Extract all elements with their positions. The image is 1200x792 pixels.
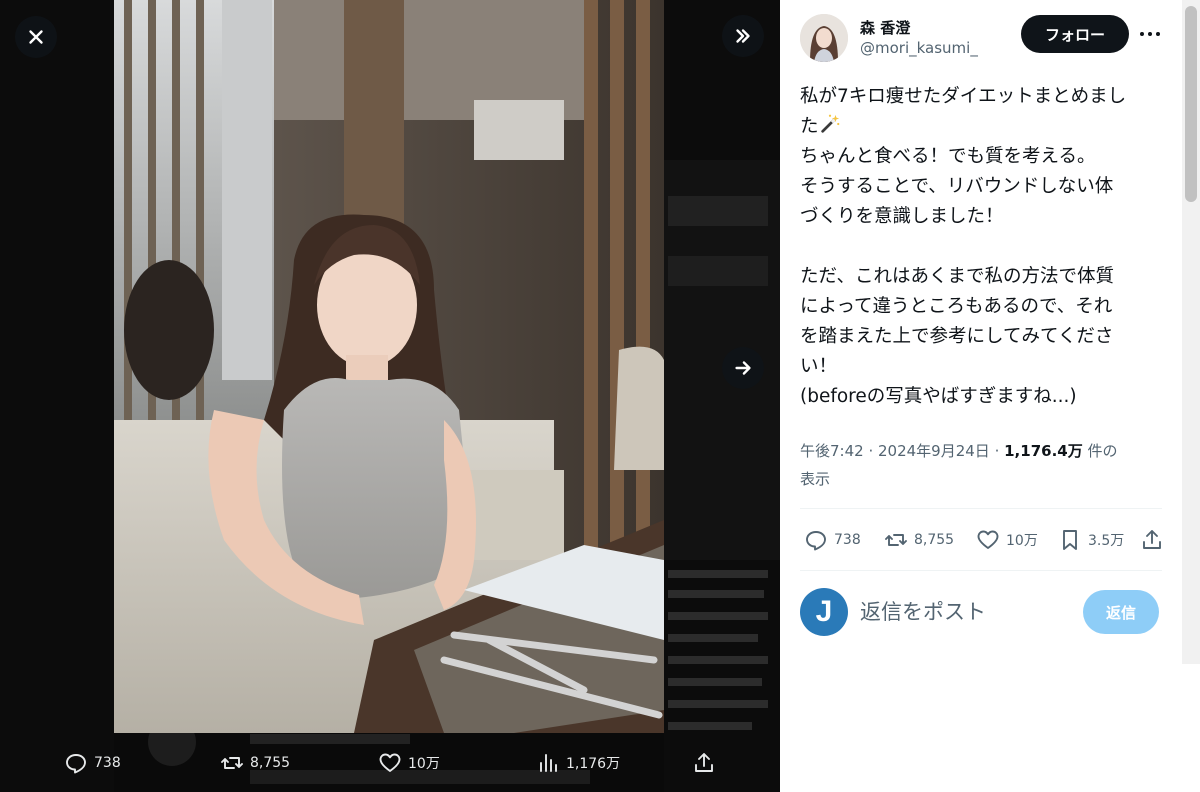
tweet-line: ちゃんと食べる！でも質を考える。 xyxy=(800,146,1096,167)
expand-panel-button[interactable] xyxy=(722,15,764,57)
author-display-name[interactable]: 森 香澄 xyxy=(860,18,978,38)
tweet-side-panel: 森 香澄 @mori_kasumi_ フォロー 私が7キロ痩せたダイエットまとめ… xyxy=(780,0,1200,792)
repost-button[interactable]: 8,755 xyxy=(884,528,954,552)
photo-illustration xyxy=(114,0,664,733)
panel-scrollbar[interactable] xyxy=(1182,0,1200,664)
media-views-button[interactable]: 1,176万 xyxy=(536,751,620,775)
media-repost-button[interactable]: 8,755 xyxy=(220,751,290,775)
arrow-right-icon xyxy=(735,361,751,375)
like-button[interactable]: 10万 xyxy=(976,528,1038,552)
repost-icon xyxy=(221,757,243,769)
reply-composer: J 返信をポスト 返信 xyxy=(800,588,1162,636)
more-options-button[interactable] xyxy=(1138,22,1162,46)
tweet-line: を踏まえた上で参考にしてみてくださ xyxy=(800,326,1114,347)
bookmark-icon xyxy=(1063,530,1077,550)
more-dots-icon xyxy=(1140,32,1144,36)
media-reply-count: 738 xyxy=(94,755,121,771)
reply-icon xyxy=(806,531,826,551)
reply-icon xyxy=(66,754,86,774)
current-user-avatar[interactable]: J xyxy=(800,588,848,636)
media-like-button[interactable]: 10万 xyxy=(378,751,440,775)
share-icon xyxy=(1143,530,1161,549)
tweet-text: 私が7キロ痩せたダイエットまとめまし た ちゃんと食べる！でも質を考える。 そう… xyxy=(800,82,1172,412)
magic-wand-emoji-icon xyxy=(820,114,839,133)
tweet-meta: 午後7:42 · 2024年9月24日 · 1,176.4万 件の 表示 xyxy=(800,442,1118,488)
avatar-illustration xyxy=(800,14,848,62)
bookmark-button[interactable]: 3.5万 xyxy=(1058,528,1124,552)
media-views-count: 1,176万 xyxy=(566,756,621,772)
divider xyxy=(800,508,1162,509)
media-like-count: 10万 xyxy=(408,756,440,772)
scrollbar-thumb[interactable] xyxy=(1185,6,1197,202)
bookmark-count: 3.5万 xyxy=(1088,533,1125,549)
media-reply-button[interactable]: 738 xyxy=(64,751,121,775)
reply-submit-button[interactable]: 返信 xyxy=(1083,590,1159,634)
close-button[interactable] xyxy=(15,16,57,58)
repost-count: 8,755 xyxy=(914,532,955,548)
divider xyxy=(800,570,1162,571)
share-button[interactable] xyxy=(1140,528,1164,552)
author-handle[interactable]: @mori_kasumi_ xyxy=(860,38,978,58)
tweet-line: によって違うところもあるので、それ xyxy=(800,296,1113,317)
media-share-button[interactable] xyxy=(692,751,716,775)
media-viewer: 738 8,755 10万 1,176万 xyxy=(0,0,780,792)
tweet-author: 森 香澄 @mori_kasumi_ xyxy=(800,14,978,62)
like-count: 10万 xyxy=(1006,533,1038,549)
reply-button[interactable]: 738 xyxy=(804,528,861,552)
tweet-time[interactable]: 午後7:42 xyxy=(800,442,864,460)
heart-icon xyxy=(977,530,999,549)
tweet-line: た xyxy=(800,112,1172,142)
tweet-line: い！ xyxy=(800,356,838,377)
tweet-views-label: 表示 xyxy=(800,470,831,488)
heart-icon xyxy=(379,753,401,772)
reply-count: 738 xyxy=(834,532,861,548)
tweet-line: 私が7キロ痩せたダイエットまとめまし xyxy=(800,86,1127,107)
media-action-bar: 738 8,755 10万 1,176万 xyxy=(0,733,780,792)
share-icon xyxy=(695,753,713,772)
media-repost-count: 8,755 xyxy=(250,755,291,771)
tweet-action-bar: 738 8,755 10万 3.5万 xyxy=(804,525,1164,555)
tweet-line: そうすることで、リバウンドしない体 xyxy=(800,176,1114,197)
next-image-button[interactable] xyxy=(722,347,764,389)
tweet-date[interactable]: 2024年9月24日 xyxy=(878,442,990,460)
repost-icon xyxy=(885,534,907,546)
tweet-line: (beforeの写真やばすぎますね...) xyxy=(800,386,1077,407)
tweet-line: ただ、これはあくまで私の方法で体質 xyxy=(800,266,1114,287)
avatar[interactable] xyxy=(800,14,848,62)
tweet-views-count: 1,176.4万 xyxy=(1004,442,1083,460)
reply-input[interactable]: 返信をポスト xyxy=(860,594,986,630)
double-chevron-right-icon xyxy=(736,29,750,43)
tweet-photo[interactable] xyxy=(114,0,664,733)
follow-button[interactable]: フォロー xyxy=(1021,15,1129,53)
close-icon xyxy=(29,30,43,44)
tweet-line: づくりを意識しました！ xyxy=(800,206,1004,227)
views-chart-icon xyxy=(540,754,557,772)
